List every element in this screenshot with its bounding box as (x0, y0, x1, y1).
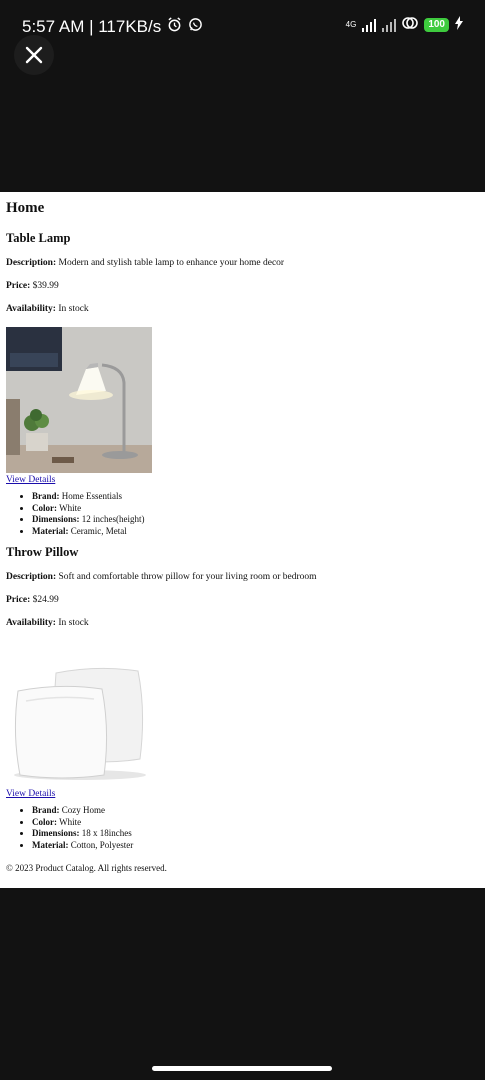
network-type: 4G (345, 20, 357, 29)
signal-icon (362, 18, 377, 32)
list-item: Brand: Home Essentials (32, 491, 479, 503)
status-bar: 5:57 AM | 117KB/s 4G 100 (0, 0, 485, 52)
page-title: Home (6, 200, 45, 216)
home-indicator[interactable] (152, 1066, 332, 1071)
throw-pillow-image (6, 641, 152, 787)
whatsapp-icon (188, 17, 203, 37)
product-title: Table Lamp (6, 231, 71, 245)
signal-icon-2 (382, 18, 397, 32)
list-item: Color: White (32, 503, 479, 515)
view-details-link[interactable]: View Details (6, 789, 479, 799)
list-item: Material: Cotton, Polyester (32, 840, 479, 852)
product-price: Price: $24.99 (6, 595, 59, 605)
view-details-link[interactable]: View Details (6, 475, 479, 485)
status-right: 4G 100 (346, 16, 463, 33)
web-page: Home Table Lamp Description: Modern and … (0, 192, 485, 888)
list-item: Color: White (32, 817, 479, 829)
alarm-icon (167, 17, 182, 37)
product-description: Description: Soft and comfortable throw … (6, 572, 317, 582)
status-left: 5:57 AM | 117KB/s (22, 17, 203, 37)
close-icon (25, 46, 43, 64)
list-item: Brand: Cozy Home (32, 805, 479, 817)
spec-list: Brand: Cozy Home Color: White Dimensions… (6, 805, 479, 851)
spec-list: Brand: Home Essentials Color: White Dime… (6, 491, 479, 537)
page-footer: © 2023 Product Catalog. All rights reser… (6, 863, 167, 873)
product-card-throw-pillow: Throw Pillow Description: Soft and comfo… (6, 545, 479, 851)
product-price: Price: $39.99 (6, 281, 59, 291)
close-button[interactable] (14, 35, 54, 75)
charging-icon (455, 16, 463, 33)
product-title: Throw Pillow (6, 545, 79, 559)
list-item: Material: Ceramic, Metal (32, 526, 479, 538)
list-item: Dimensions: 18 x 18inches (32, 828, 479, 840)
product-availability: Availability: In stock (6, 304, 89, 314)
battery-icon: 100 (424, 17, 449, 32)
product-description: Description: Modern and stylish table la… (6, 258, 285, 268)
hotspot-icon (402, 16, 419, 33)
product-card-table-lamp: Table Lamp Description: Modern and styli… (6, 231, 479, 537)
table-lamp-image (6, 327, 152, 473)
status-time: 5:57 AM | 117KB/s (22, 17, 162, 36)
list-item: Dimensions: 12 inches(height) (32, 514, 479, 526)
product-availability: Availability: In stock (6, 618, 89, 628)
